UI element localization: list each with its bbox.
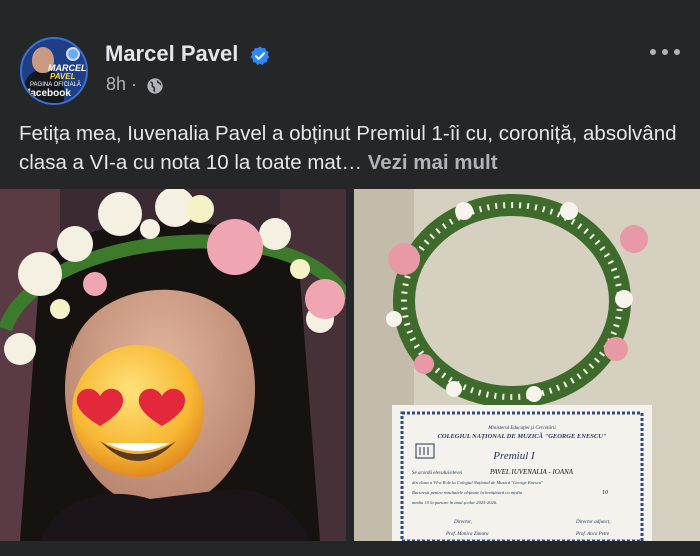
photo-right[interactable]: Ministerul Educației și Cercetării COLEG… — [354, 189, 700, 541]
avatar-logo-icon — [66, 47, 80, 61]
diploma-ministry: Ministerul Educației și Cercetării — [487, 426, 556, 431]
diploma-award: Premiul I — [492, 450, 536, 462]
diploma-director-name: Prof. Monica Zimaru — [445, 532, 489, 537]
diploma-final-line: media 10 la purtare în anul școlar 2025-… — [412, 500, 497, 505]
avatar-platform: facebook — [27, 88, 71, 99]
diploma-grant-prefix: Se acordă elevului/elevei — [412, 471, 463, 476]
verified-badge-icon — [250, 46, 270, 65]
heart-eyes-emoji-icon — [72, 345, 204, 477]
diploma-deputy-label: Director adjunct, — [575, 520, 611, 525]
author-name[interactable]: Marcel Pavel — [105, 41, 238, 67]
diploma-city-line: București pentru rezultatele obținute la… — [412, 490, 523, 495]
post-body: Fetița mea, Iuvenalia Pavel a obținut Pr… — [19, 122, 677, 174]
avatar[interactable]: MARCEL PAVEL PAGINA OFICIALĂ facebook — [20, 37, 88, 105]
post-header: MARCEL PAVEL PAGINA OFICIALĂ facebook Ma… — [0, 0, 700, 110]
see-more-link[interactable]: Vezi mai mult — [368, 151, 498, 174]
diploma-school: COLEGIUL NAȚIONAL DE MUZICĂ "GEORGE ENES… — [437, 432, 606, 440]
feed-divider — [0, 541, 700, 556]
post-text: Fetița mea, Iuvenalia Pavel a obținut Pr… — [19, 119, 689, 177]
diploma-class-line: din clasa a VI-a B de la Colegiul Națion… — [412, 480, 543, 485]
diploma-director-label: Director, — [453, 520, 472, 525]
portrait-image — [0, 189, 346, 541]
post-time[interactable]: 8h — [106, 74, 126, 94]
photo-left[interactable] — [0, 189, 346, 541]
diploma-student: PAVEL IUVENALIA - IOANA — [489, 468, 574, 476]
crown-diploma-image: Ministerul Educației și Cercetării COLEG… — [354, 189, 700, 541]
globe-icon[interactable] — [146, 77, 164, 95]
diploma-deputy-name: Prof. Anca Petre — [575, 532, 610, 537]
meta-separator: · — [131, 74, 138, 94]
post-meta: 8h · — [106, 74, 137, 95]
diploma-average: 10 — [602, 490, 608, 496]
more-options-icon[interactable] — [648, 42, 682, 62]
avatar-name-line2: PAVEL — [50, 72, 76, 81]
